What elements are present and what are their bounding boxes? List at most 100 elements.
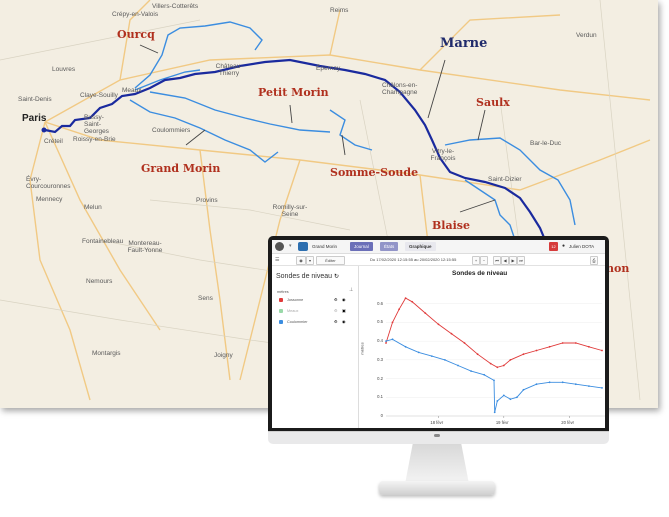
town-label: Claye-Souilly xyxy=(80,92,118,99)
monitor-chin xyxy=(268,431,609,444)
data-point-coulommier[interactable] xyxy=(574,383,577,386)
data-point-jossonne[interactable] xyxy=(522,353,525,356)
data-point-coulommier[interactable] xyxy=(601,387,603,389)
data-point-coulommier[interactable] xyxy=(470,370,472,372)
town-label: Montargis xyxy=(92,350,121,357)
somme-soude-label: Somme-Soude xyxy=(330,166,419,179)
data-point-jossonne[interactable] xyxy=(450,332,453,335)
y-tick-label: 0.4 xyxy=(377,338,383,344)
data-point-jossonne[interactable] xyxy=(489,362,492,365)
town-label: Melun xyxy=(84,204,102,211)
town-label: Crépy-en-Valois xyxy=(112,11,159,18)
data-point-coulommier[interactable] xyxy=(548,381,551,384)
partial-river-label: non xyxy=(606,262,630,275)
paris-label: Paris xyxy=(22,113,47,124)
town-label: Nemours xyxy=(86,278,113,285)
data-point-coulommier[interactable] xyxy=(509,398,512,401)
data-point-jossonne[interactable] xyxy=(496,366,499,369)
y-tick-label: 0.3 xyxy=(377,356,383,362)
data-point-coulommier[interactable] xyxy=(493,379,495,382)
petit-morin-label: Petit Morin xyxy=(258,86,329,99)
town-label: Épernay xyxy=(316,65,341,72)
data-point-coulommier[interactable] xyxy=(430,355,433,357)
paris-marker xyxy=(41,127,47,133)
town-label: Fontainebleau xyxy=(82,238,124,245)
town-label: Meaux xyxy=(122,87,142,94)
town-label: Château-Thierry xyxy=(215,63,243,77)
series-line-jossonne[interactable] xyxy=(385,297,603,368)
data-point-coulommier[interactable] xyxy=(522,388,525,391)
data-point-jossonne[interactable] xyxy=(548,345,551,348)
y-axis-label: mètres xyxy=(359,342,365,355)
data-point-jossonne[interactable] xyxy=(601,349,603,352)
data-point-jossonne[interactable] xyxy=(574,342,577,344)
line-chart[interactable] xyxy=(272,240,605,428)
y-tick-label: 0.2 xyxy=(377,375,383,381)
town-label: Coulommiers xyxy=(152,127,191,134)
series-line-coulommier[interactable] xyxy=(385,338,603,413)
data-point-jossonne[interactable] xyxy=(509,359,512,361)
data-point-jossonne[interactable] xyxy=(463,342,466,344)
data-point-coulommier[interactable] xyxy=(404,345,407,348)
x-tick-label: 18 févr xyxy=(430,420,444,425)
data-point-jossonne[interactable] xyxy=(588,345,590,348)
data-point-jossonne[interactable] xyxy=(391,321,394,324)
data-point-jossonne[interactable] xyxy=(398,308,400,311)
data-point-coulommier[interactable] xyxy=(417,351,420,354)
marne-label: Marne xyxy=(440,36,488,51)
x-tick-label: 20 févr xyxy=(561,420,575,425)
data-point-jossonne[interactable] xyxy=(561,342,564,344)
monitor-stand xyxy=(405,444,469,484)
town-label: Bar-le-Duc xyxy=(530,140,562,147)
data-point-coulommier[interactable] xyxy=(502,394,505,397)
town-label: Romilly-sur-Seine xyxy=(272,204,308,218)
town-label: Châlons-en-Champagne xyxy=(382,82,418,96)
data-point-coulommier[interactable] xyxy=(493,411,496,414)
monitor-base xyxy=(379,481,495,495)
data-point-jossonne[interactable] xyxy=(411,300,414,303)
data-point-jossonne[interactable] xyxy=(424,312,427,314)
data-point-coulommier[interactable] xyxy=(535,383,538,386)
town-label: Roissy-en-Brie xyxy=(73,136,116,143)
tributary-rivers xyxy=(129,21,576,241)
data-point-jossonne[interactable] xyxy=(535,349,538,352)
y-tick-label: 0.1 xyxy=(377,394,383,400)
town-label: Saint-Denis xyxy=(18,96,52,103)
town-label: Villers-Cotterêts xyxy=(152,3,199,10)
town-label: Bussy-Saint-Georges xyxy=(84,114,109,135)
town-label: Louvres xyxy=(52,66,76,73)
ourcq-label: Ourcq xyxy=(117,28,155,41)
data-point-coulommier[interactable] xyxy=(457,364,459,367)
town-label: Mennecy xyxy=(36,196,63,203)
y-tick-label: 0.5 xyxy=(377,319,383,325)
data-point-jossonne[interactable] xyxy=(385,342,387,344)
town-label: Créteil xyxy=(44,138,63,145)
town-label: Joigny xyxy=(214,352,233,359)
y-tick-label: 0 xyxy=(380,413,383,418)
data-point-coulommier[interactable] xyxy=(516,396,518,399)
data-point-coulommier[interactable] xyxy=(483,373,486,376)
y-tick-label: 0.6 xyxy=(377,300,383,306)
town-label: Saint-Dizier xyxy=(488,176,522,183)
blaise-label: Blaise xyxy=(432,219,470,232)
data-point-coulommier[interactable] xyxy=(561,381,564,384)
town-label: Sens xyxy=(198,295,213,302)
town-label: Reims xyxy=(330,7,349,14)
x-tick-label: 19 févr xyxy=(495,420,509,425)
data-point-coulommier[interactable] xyxy=(496,400,499,402)
town-label: Évry-Courcouronnes xyxy=(26,176,71,190)
town-label: Verdun xyxy=(576,32,597,39)
app-screen: ▾ Grand Morin Journal États Graphique 12… xyxy=(272,240,605,428)
data-point-coulommier[interactable] xyxy=(444,359,446,361)
data-point-jossonne[interactable] xyxy=(404,297,407,299)
grand-morin-label: Grand Morin xyxy=(141,162,221,175)
saulx-label: Saulx xyxy=(476,96,510,109)
town-label: Vitry-le-François xyxy=(430,148,456,162)
data-point-jossonne[interactable] xyxy=(476,353,479,356)
town-label: Provins xyxy=(196,197,218,204)
data-point-coulommier[interactable] xyxy=(391,338,394,341)
data-point-coulommier[interactable] xyxy=(588,385,590,387)
data-point-coulommier[interactable] xyxy=(385,340,387,342)
data-point-jossonne[interactable] xyxy=(502,364,505,367)
data-point-jossonne[interactable] xyxy=(437,323,440,326)
